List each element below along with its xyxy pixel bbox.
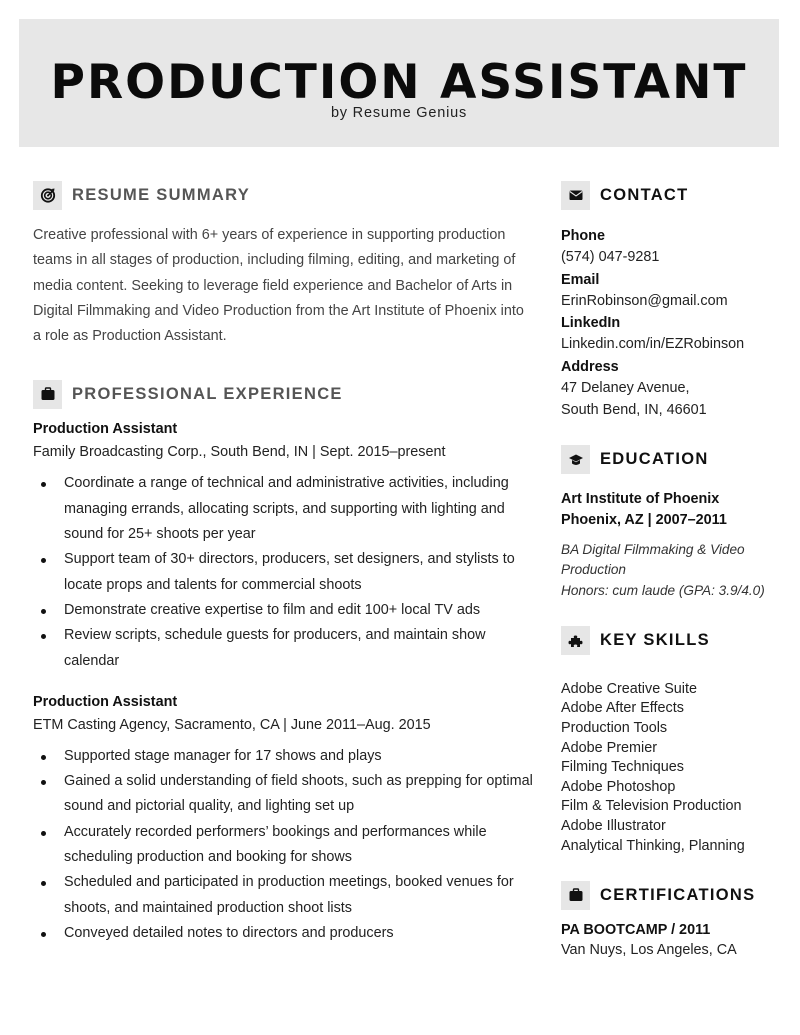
- skills-list: Adobe Creative Suite Adobe After Effects…: [561, 680, 796, 856]
- job-bullet: Support team of 30+ directors, producers…: [41, 547, 533, 598]
- skill-item: Production Tools: [561, 720, 668, 737]
- job-bullets: Coordinate a range of technical and admi…: [33, 471, 533, 673]
- resume-byline: by Resume Genius: [330, 105, 468, 121]
- job-bullets: Supported stage manager for 17 shows and…: [33, 744, 533, 946]
- address-label: Address: [561, 358, 619, 375]
- certification-location: Van Nuys, Los Angeles, CA: [561, 942, 737, 959]
- job-entry: Production Assistant Family Broadcasting…: [33, 420, 533, 673]
- skill-item: Adobe Premier: [561, 739, 657, 756]
- summary-section: RESUME SUMMARY Creative professional wit…: [33, 180, 533, 349]
- skill-item: Adobe Creative Suite: [561, 680, 697, 697]
- job-title: Production Assistant: [33, 693, 178, 710]
- education-school: Art Institute of Phoenix: [561, 490, 720, 507]
- contact-heading: CONTACT: [561, 180, 796, 210]
- job-entry: Production Assistant ETM Casting Agency,…: [33, 693, 533, 946]
- skill-item: Analytical Thinking, Planning: [561, 837, 745, 854]
- envelope-icon: [561, 180, 590, 210]
- job-bullet: Supported stage manager for 17 shows and…: [41, 744, 533, 769]
- email-value[interactable]: ErinRobinson@gmail.com: [561, 291, 796, 313]
- job-bullet: Accurately recorded performers’ bookings…: [41, 820, 533, 871]
- phone-label: Phone: [561, 228, 605, 244]
- job-bullet: Gained a solid understanding of field sh…: [41, 769, 533, 820]
- skill-item: Adobe Photoshop: [561, 778, 676, 795]
- experience-heading: PROFESSIONAL EXPERIENCE: [33, 379, 533, 409]
- education-title: EDUCATION: [600, 450, 709, 469]
- education-degree: BA Digital Filmmaking & Video Production: [561, 541, 745, 578]
- address-line-1: 47 Delaney Avenue,: [561, 379, 690, 396]
- job-meta: Family Broadcasting Corp., South Bend, I…: [33, 444, 446, 461]
- job-meta: ETM Casting Agency, Sacramento, CA | Jun…: [33, 716, 431, 733]
- job-bullet: Scheduled and participated in production…: [41, 870, 533, 921]
- skills-section: KEY SKILLS Adobe Creative Suite Adobe Af…: [561, 626, 796, 856]
- contact-title: CONTACT: [600, 185, 689, 204]
- education-location-dates: Phoenix, AZ | 2007–2011: [561, 512, 727, 529]
- education-honors: Honors: cum laude (GPA: 3.9/4.0): [561, 582, 765, 598]
- linkedin-value[interactable]: Linkedin.com/in/EZRobinson: [561, 334, 796, 356]
- skills-heading: KEY SKILLS: [561, 626, 796, 656]
- certifications-heading: CERTIFICATIONS: [561, 880, 796, 910]
- job-bullet: Conveyed detailed notes to directors and…: [41, 921, 533, 946]
- certification-name: PA BOOTCAMP / 2011: [561, 922, 711, 939]
- education-section: EDUCATION Art Institute of Phoenix Phoen…: [561, 445, 796, 601]
- summary-heading: RESUME SUMMARY: [33, 180, 533, 210]
- briefcase-icon: [561, 880, 590, 910]
- phone-value: (574) 047-9281: [561, 249, 660, 265]
- job-bullet: Review scripts, schedule guests for prod…: [41, 623, 533, 674]
- skill-item: Adobe After Effects: [561, 700, 684, 717]
- briefcase-icon: [33, 379, 62, 409]
- email-label: Email: [561, 271, 600, 288]
- education-heading: EDUCATION: [561, 445, 796, 475]
- linkedin-label: LinkedIn: [561, 315, 621, 332]
- summary-title: RESUME SUMMARY: [72, 185, 251, 204]
- certifications-section: CERTIFICATIONS PA BOOTCAMP / 2011 Van Nu…: [561, 880, 796, 960]
- left-column: RESUME SUMMARY Creative professional wit…: [33, 180, 533, 946]
- certifications-title: CERTIFICATIONS: [600, 885, 756, 904]
- graduation-cap-icon: [561, 445, 590, 475]
- job-title: Production Assistant: [33, 421, 178, 438]
- experience-title: PROFESSIONAL EXPERIENCE: [72, 384, 343, 403]
- contact-section: CONTACT Phone (574) 047-9281 Email ErinR…: [561, 180, 796, 422]
- resume-title: PRODUCTION ASSISTANT: [50, 55, 748, 110]
- experience-section: PROFESSIONAL EXPERIENCE Production Assis…: [33, 379, 533, 946]
- summary-text: Creative professional with 6+ years of e…: [33, 227, 524, 345]
- skill-item: Film & Television Production: [561, 798, 742, 815]
- resume-header: PRODUCTION ASSISTANT by Resume Genius: [19, 19, 779, 147]
- job-bullet: Demonstrate creative expertise to film a…: [41, 598, 533, 623]
- job-bullet: Coordinate a range of technical and admi…: [41, 471, 533, 547]
- skill-item: Filming Techniques: [561, 759, 684, 776]
- skills-title: KEY SKILLS: [600, 631, 710, 650]
- puzzle-piece-icon: [561, 626, 590, 656]
- address-line-2: South Bend, IN, 46601: [561, 402, 707, 419]
- skill-item: Adobe Illustrator: [561, 818, 666, 835]
- target-icon: [33, 180, 62, 210]
- right-column: CONTACT Phone (574) 047-9281 Email ErinR…: [561, 180, 796, 960]
